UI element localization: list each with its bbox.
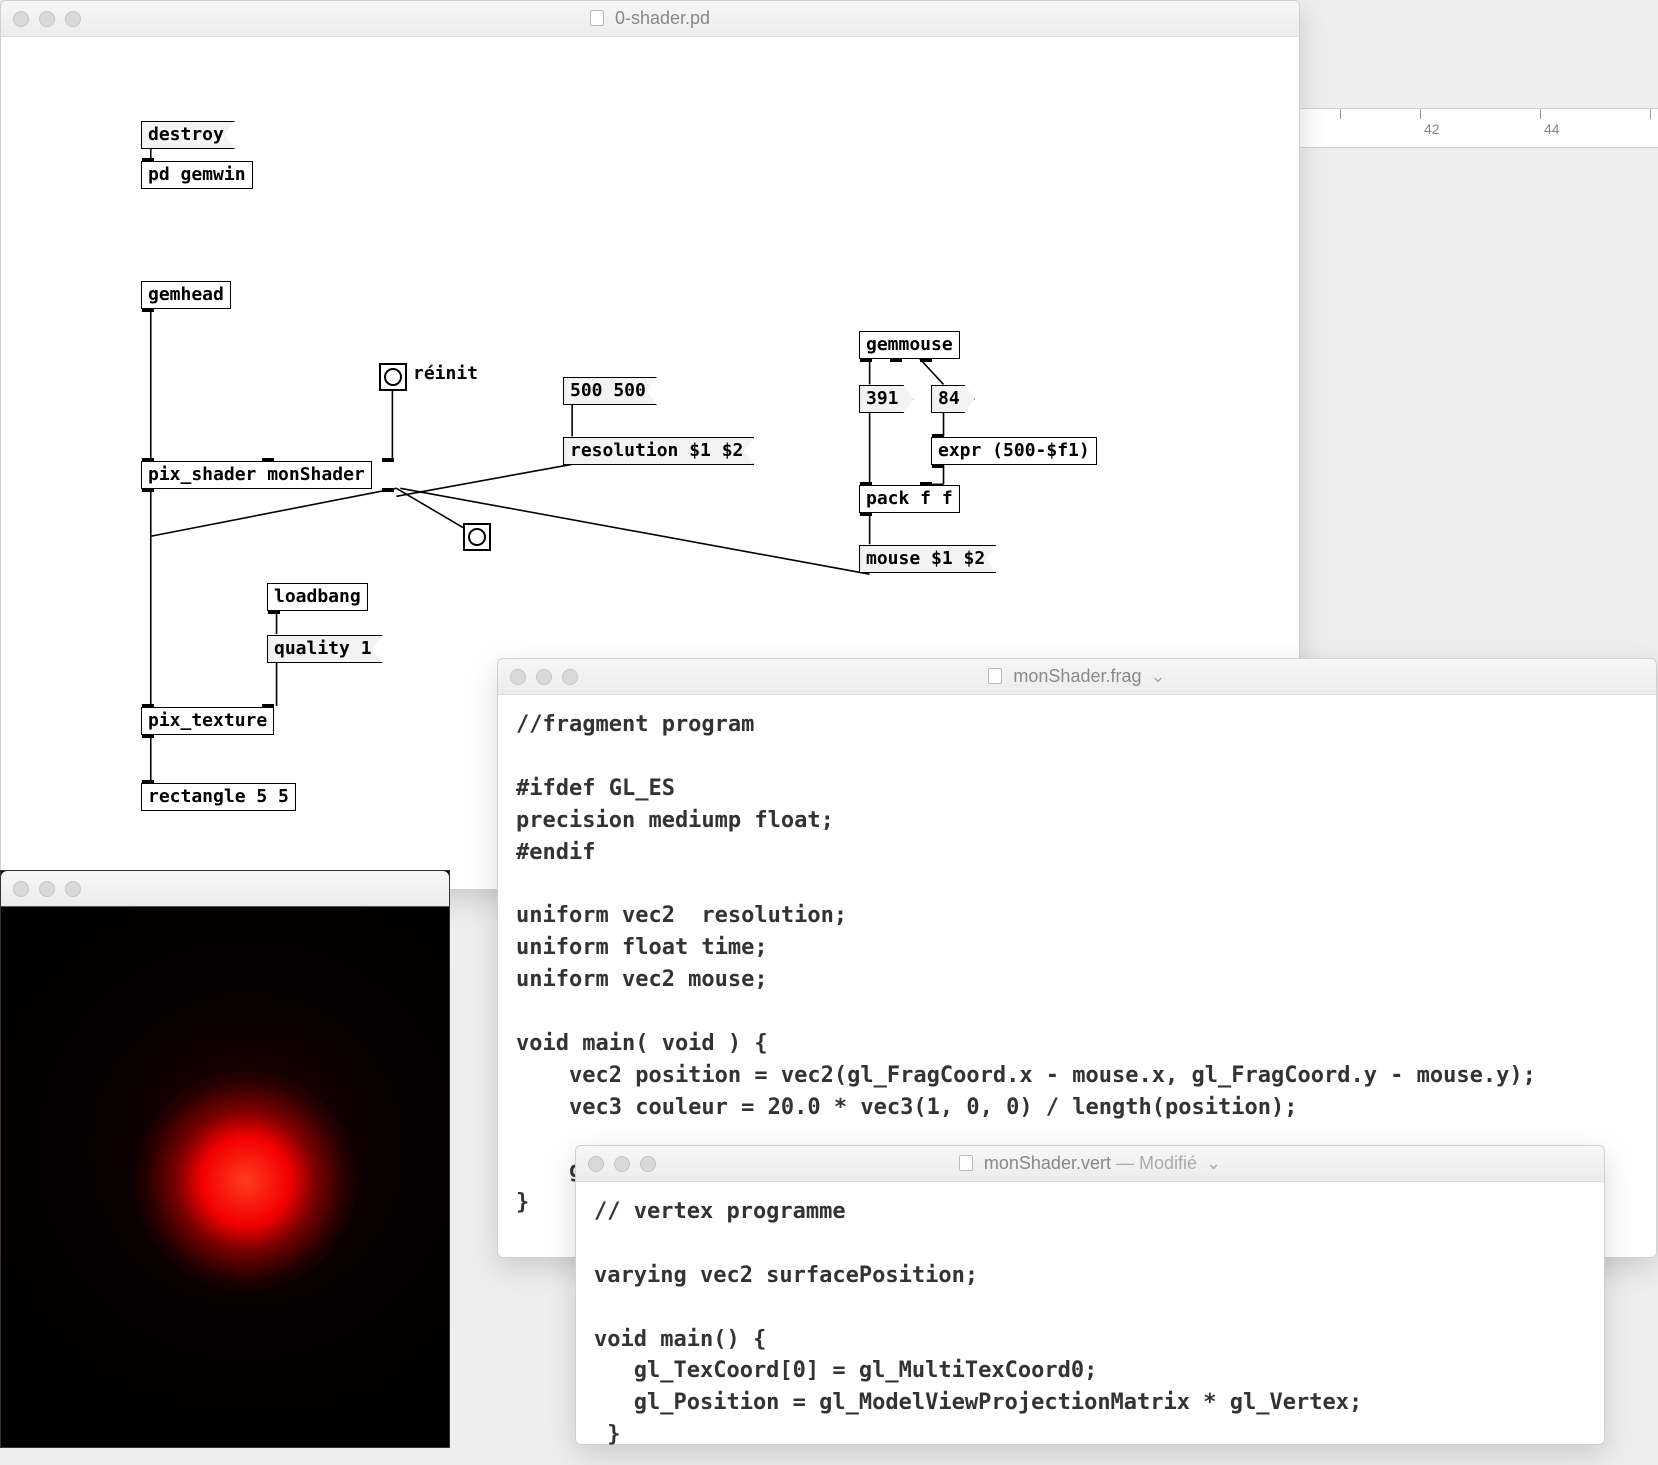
vert-window-title: monShader.vert bbox=[984, 1153, 1111, 1173]
document-icon bbox=[959, 1155, 973, 1171]
gem-titlebar[interactable] bbox=[1, 871, 449, 907]
document-icon bbox=[590, 10, 604, 26]
window-minimize[interactable] bbox=[614, 1156, 630, 1172]
window-close[interactable] bbox=[510, 669, 526, 685]
msg-mouse[interactable]: mouse $1 $2 bbox=[859, 545, 996, 573]
vert-titlebar[interactable]: monShader.vert — Modifié ⌄ bbox=[576, 1146, 1604, 1182]
window-zoom[interactable] bbox=[65, 881, 81, 897]
msg-destroy[interactable]: destroy bbox=[141, 121, 235, 149]
vert-code[interactable]: // vertex programme varying vec2 surface… bbox=[576, 1182, 1604, 1465]
msg-resolution[interactable]: resolution $1 $2 bbox=[563, 437, 754, 465]
red-glow bbox=[136, 1071, 356, 1291]
gem-output-window[interactable] bbox=[0, 870, 450, 1448]
obj-pd-gemwin[interactable]: pd gemwin bbox=[141, 161, 253, 189]
ruler-tick-label: 44 bbox=[1544, 121, 1560, 137]
msg-500-500[interactable]: 500 500 bbox=[563, 377, 657, 405]
window-zoom[interactable] bbox=[640, 1156, 656, 1172]
obj-pix-shader[interactable]: pix_shader monShader bbox=[141, 461, 372, 489]
window-close[interactable] bbox=[13, 11, 29, 27]
number-mouse-x[interactable]: 391 bbox=[859, 385, 914, 413]
obj-rectangle[interactable]: rectangle 5 5 bbox=[141, 783, 296, 811]
obj-gemhead[interactable]: gemhead bbox=[141, 281, 231, 309]
window-minimize[interactable] bbox=[39, 881, 55, 897]
document-icon bbox=[988, 668, 1002, 684]
bang-reinit-label: réinit bbox=[413, 363, 478, 384]
window-zoom[interactable] bbox=[562, 669, 578, 685]
frag-window-title: monShader.frag bbox=[1013, 666, 1141, 686]
pd-titlebar[interactable]: 0-shader.pd bbox=[1, 1, 1299, 37]
vert-editor-window[interactable]: monShader.vert — Modifié ⌄ // vertex pro… bbox=[575, 1145, 1605, 1445]
chevron-down-icon[interactable]: ⌄ bbox=[1206, 1153, 1221, 1173]
ruler-strip: 42 44 bbox=[1300, 108, 1658, 148]
window-minimize[interactable] bbox=[536, 669, 552, 685]
window-zoom[interactable] bbox=[65, 11, 81, 27]
window-minimize[interactable] bbox=[39, 11, 55, 27]
obj-pix-texture[interactable]: pix_texture bbox=[141, 707, 274, 735]
obj-gemmouse[interactable]: gemmouse bbox=[859, 331, 960, 359]
vert-modified-badge: — Modifié bbox=[1116, 1153, 1197, 1173]
ruler-tick-label: 42 bbox=[1424, 121, 1440, 137]
pd-window-title: 0-shader.pd bbox=[615, 8, 710, 28]
obj-pack[interactable]: pack f f bbox=[859, 485, 960, 513]
number-mouse-y[interactable]: 84 bbox=[931, 385, 975, 413]
frag-titlebar[interactable]: monShader.frag ⌄ bbox=[498, 659, 1656, 695]
window-close[interactable] bbox=[588, 1156, 604, 1172]
bang-shader-out[interactable] bbox=[463, 523, 491, 551]
bang-reinit[interactable] bbox=[379, 363, 407, 391]
window-close[interactable] bbox=[13, 881, 29, 897]
obj-expr[interactable]: expr (500-$f1) bbox=[931, 437, 1097, 465]
chevron-down-icon[interactable]: ⌄ bbox=[1151, 666, 1166, 686]
msg-quality[interactable]: quality 1 bbox=[267, 635, 383, 663]
obj-loadbang[interactable]: loadbang bbox=[267, 583, 368, 611]
